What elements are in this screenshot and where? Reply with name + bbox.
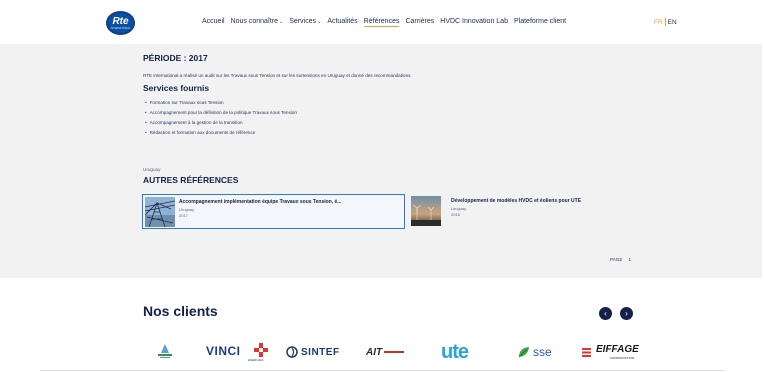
client-logo-siemens bbox=[154, 340, 176, 364]
eiffage-wordmark: EIFFAGE bbox=[596, 344, 639, 355]
nav-item-references[interactable]: Références bbox=[363, 18, 400, 27]
clients-heading: Nos clients bbox=[143, 303, 218, 319]
reference-year: 2018 bbox=[451, 212, 460, 217]
wind-turbine-image bbox=[411, 196, 441, 226]
logo-text: Rte bbox=[112, 16, 129, 27]
lang-divider bbox=[664, 18, 666, 26]
other-references-heading: AUTRES RÉFÉRENCES bbox=[143, 175, 239, 185]
carousel-next-button[interactable]: › bbox=[620, 307, 633, 320]
service-item: Accompagnement pour la définition de la … bbox=[145, 108, 297, 118]
main-nav: Accueil Nous connaître⌄ Services⌄ Actual… bbox=[202, 18, 566, 27]
vinci-logo: VINCI ENERGIES bbox=[206, 341, 268, 363]
footer-divider bbox=[40, 370, 724, 371]
sse-leaf-icon bbox=[518, 347, 529, 358]
reference-title: Accompagnement implémentation équipe Tra… bbox=[179, 199, 342, 205]
sintef-wordmark: SINTEF bbox=[301, 346, 340, 358]
nav-item-actualites[interactable]: Actualités bbox=[327, 18, 357, 27]
sintef-mark-icon bbox=[286, 346, 298, 358]
nav-item-services[interactable]: Services⌄ bbox=[289, 18, 321, 27]
pylon-image bbox=[145, 197, 175, 227]
service-item: Accompagnement à la gestion de la transi… bbox=[145, 118, 297, 128]
site-header: Rte INTERNATIONAL Accueil Nous connaître… bbox=[0, 0, 764, 44]
reference-year: 2017 bbox=[179, 213, 188, 218]
pager-label: PAGE bbox=[610, 257, 623, 262]
client-logo-ait: AIT bbox=[366, 340, 405, 364]
eiffage-wordmark-block: EIFFAGE CONSTRUCTION bbox=[596, 343, 644, 361]
nav-item-accueil[interactable]: Accueil bbox=[202, 18, 225, 27]
nav-item-carrieres[interactable]: Carrières bbox=[405, 18, 434, 27]
nav-item-hvdc-lab[interactable]: HVDC Innovation Lab bbox=[440, 18, 508, 27]
client-logo-eiffage: EIFFAGE CONSTRUCTION bbox=[582, 340, 644, 364]
nav-label: Accueil bbox=[202, 18, 225, 25]
client-logo-sse: sse bbox=[517, 340, 552, 364]
nav-label: Nous connaître bbox=[230, 18, 279, 25]
ute-wordmark: ute bbox=[441, 340, 469, 363]
client-logo-sintef: SINTEF bbox=[286, 340, 340, 364]
reference-card[interactable]: Accompagnement implémentation équipe Tra… bbox=[142, 194, 405, 229]
reference-title: Développement de modèles HVDC et éoliens… bbox=[451, 198, 582, 204]
eiffage-subtext: CONSTRUCTION bbox=[610, 356, 635, 360]
intro-text: RTE international a réalisé un audit sur… bbox=[143, 73, 412, 78]
client-logo-ute: ute bbox=[441, 340, 469, 364]
chevron-right-icon: › bbox=[625, 309, 628, 318]
nav-label: Références bbox=[363, 18, 400, 25]
service-item: Rédaction et formation aux documents de … bbox=[145, 128, 297, 138]
lang-en-link[interactable]: EN bbox=[668, 19, 677, 26]
pager-page-1[interactable]: 1 bbox=[628, 257, 631, 262]
content-panel bbox=[108, 44, 762, 278]
nav-item-plateforme-client[interactable]: Plateforme client bbox=[514, 18, 566, 27]
sse-wordmark: sse bbox=[533, 345, 552, 359]
services-list: Formation sur Travaux sous Tension Accom… bbox=[145, 98, 297, 138]
content-panel-left bbox=[0, 44, 108, 278]
lang-fr-link[interactable]: FR bbox=[654, 19, 663, 26]
reference-meta: Uruguay 2018 bbox=[451, 206, 466, 218]
nav-label: Plateforme client bbox=[513, 18, 567, 25]
nav-label: Carrières bbox=[405, 18, 435, 25]
chevron-down-icon: ⌄ bbox=[279, 19, 284, 25]
ait-bar-icon bbox=[384, 351, 405, 353]
nav-label: Actualités bbox=[327, 18, 358, 25]
client-logo-vinci: VINCI ENERGIES bbox=[206, 340, 268, 364]
country-label: Uruguay bbox=[143, 167, 161, 172]
eiffage-mark-icon bbox=[582, 347, 591, 357]
services-heading: Services fournis bbox=[143, 83, 210, 93]
pagination: PAGE 1 bbox=[610, 257, 631, 262]
carousel-prev-button[interactable]: ‹ bbox=[599, 307, 612, 320]
chevron-down-icon: ⌄ bbox=[317, 19, 322, 25]
logo-subtext: INTERNATIONAL bbox=[110, 27, 131, 30]
language-switcher: FR EN bbox=[654, 18, 677, 26]
period-heading: PÉRIODE : 2017 bbox=[143, 53, 208, 63]
ait-wordmark: AIT bbox=[366, 346, 383, 358]
vinci-subtext: ENERGIES bbox=[248, 358, 264, 362]
reference-meta: Uruguay 2017 bbox=[179, 207, 194, 219]
reference-card[interactable]: Développement de modèles HVDC et éoliens… bbox=[409, 194, 649, 229]
service-item: Formation sur Travaux sous Tension bbox=[145, 98, 297, 108]
rte-logo[interactable]: Rte INTERNATIONAL bbox=[106, 11, 135, 35]
chevron-left-icon: ‹ bbox=[604, 309, 607, 318]
vinci-wordmark: VINCI bbox=[206, 344, 241, 358]
nav-label: HVDC Innovation Lab bbox=[440, 18, 508, 25]
nav-label: Services bbox=[289, 18, 317, 25]
nav-item-nous-connaitre[interactable]: Nous connaître⌄ bbox=[231, 18, 284, 27]
vinci-mark-icon bbox=[254, 343, 268, 357]
